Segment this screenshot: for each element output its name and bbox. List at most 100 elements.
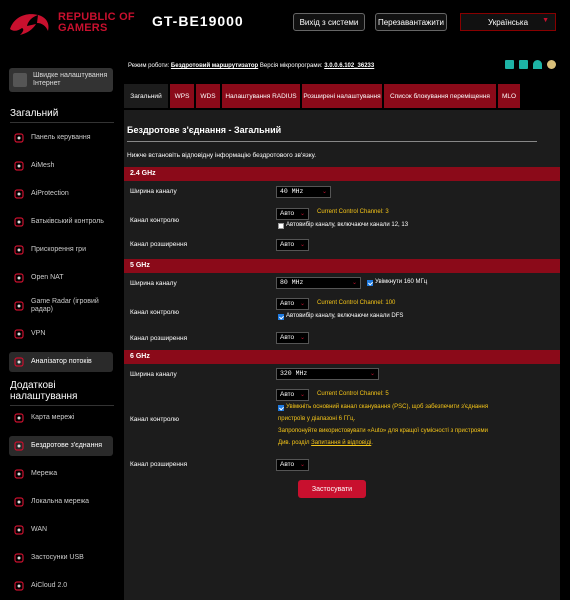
sidebar-item-label: AiProtection — [31, 190, 69, 197]
channel-width-label: Ширина каналу — [130, 188, 177, 195]
sidebar-item-label: Open NAT — [31, 274, 64, 281]
select-value: Авто — [280, 391, 295, 398]
chevron-down-icon: ⌄ — [299, 301, 305, 307]
channel-width-select-6[interactable]: 320 MHz ⌄ — [276, 368, 379, 380]
sidebar-item-label: Аналізатор потоків — [31, 358, 92, 365]
quick-setup-icon — [13, 73, 27, 87]
game-icon[interactable] — [505, 60, 514, 69]
lan-icon — [14, 497, 24, 507]
sidebar-item-label: Game Radar (ігровий радар) — [31, 298, 99, 313]
chevron-down-icon: ▼ — [542, 17, 549, 24]
rog-logo-icon — [10, 14, 49, 35]
network-map-icon — [14, 413, 24, 423]
extension-channel-select-2-4[interactable]: Авто ⌄ — [276, 239, 309, 251]
auto-channel-label-2-4: Автовибір каналу, включаючи канали 12, 1… — [286, 222, 409, 228]
sidebar-item[interactable]: Карта мережі — [9, 408, 113, 428]
extension-channel-label: Канал розширення — [130, 241, 188, 248]
faq-link[interactable]: Запитання й відповіді — [311, 440, 371, 446]
psc-label-line-1: Увімкніть основний канал сканування (PSC… — [286, 404, 489, 410]
control-channel-select-5[interactable]: Авто ⌄ — [276, 298, 309, 310]
tab[interactable]: WDS — [196, 84, 220, 108]
wan-icon — [14, 525, 24, 535]
quick-setup-label: Швидке налаштування Інтернет — [33, 72, 108, 87]
sidebar-item[interactable]: Прискорення гри — [9, 240, 113, 260]
extension-channel-select-6[interactable]: Авто ⌄ — [276, 459, 309, 471]
chevron-down-icon: ⌄ — [369, 371, 375, 377]
sidebar-item[interactable]: Застосунки USB — [9, 548, 113, 568]
channel-width-select-5[interactable]: 80 MHz ⌄ — [276, 277, 361, 289]
mode-label: Режим роботи: — [128, 63, 170, 69]
sidebar-item-label: Локальна мережа — [31, 498, 90, 505]
parental-control-icon — [14, 217, 24, 227]
logout-button[interactable]: Вихід з системи — [293, 13, 365, 31]
aiprotection-icon — [14, 189, 24, 199]
current-channel-2-4: Current Control Channel: 3 — [317, 209, 389, 215]
divider — [10, 122, 114, 123]
chevron-down-icon: ⌄ — [299, 462, 305, 468]
sidebar-item[interactable]: Game Radar (ігровий радар) — [9, 296, 113, 316]
wifi-icon[interactable] — [533, 60, 542, 69]
brand-name: REPUBLIC OF GAMERS — [58, 12, 135, 34]
usb-icon — [14, 553, 24, 563]
sidebar-item[interactable]: VPN — [9, 324, 113, 344]
select-value: 40 MHz — [280, 188, 304, 195]
chevron-down-icon: ⌄ — [299, 242, 305, 248]
auto-channel-label-5: Автовибір каналу, включаючи канали DFS — [286, 313, 404, 319]
current-channel-6: Current Control Channel: 5 — [317, 391, 389, 397]
enable-160mhz-checkbox[interactable] — [367, 280, 373, 286]
tab[interactable]: MLO — [498, 84, 520, 108]
control-channel-label: Канал контролю — [130, 217, 180, 224]
sidebar-item[interactable]: WAN — [9, 520, 113, 540]
sidebar-item[interactable]: Бездротове з'єднання — [9, 436, 113, 456]
language-value: Українська — [487, 17, 529, 27]
quick-setup-button[interactable]: Швидке налаштування Інтернет — [9, 68, 113, 92]
control-channel-select-2-4[interactable]: Авто ⌄ — [276, 208, 309, 220]
language-select[interactable]: Українська ▼ — [460, 13, 556, 31]
settings-icon[interactable] — [547, 60, 556, 69]
sidebar-item[interactable]: AiCloud 2.0 — [9, 576, 113, 596]
channel-width-select-2-4[interactable]: 40 MHz ⌄ — [276, 186, 331, 198]
control-channel-label: Канал контролю — [130, 309, 180, 316]
tab[interactable]: Список блокування переміщення — [384, 84, 496, 108]
sidebar-item-label: Карта мережі — [31, 414, 75, 421]
select-value: 80 MHz — [280, 279, 304, 286]
sidebar-item-label: Застосунки USB — [31, 554, 84, 561]
settings-panel: Бездротове з'єднання - Загальний Нижче в… — [124, 110, 560, 600]
sidebar-item[interactable]: Локальна мережа — [9, 492, 113, 512]
sidebar-item-label: AiMesh — [31, 162, 55, 169]
tab[interactable]: Загальний — [124, 84, 168, 108]
vpn-icon — [14, 329, 24, 339]
divider — [127, 141, 537, 142]
sidebar-item[interactable]: Мережа — [9, 464, 113, 484]
sidebar-item[interactable]: Open NAT — [9, 268, 113, 288]
sidebar-item[interactable]: Аналізатор потоків — [9, 352, 113, 372]
reboot-button[interactable]: Перезавантажити — [375, 13, 447, 31]
page-title: Бездротове з'єднання - Загальний — [127, 125, 282, 135]
apply-button[interactable]: Застосувати — [298, 480, 366, 498]
aicloud-icon — [14, 581, 24, 591]
auto-channel-checkbox-5[interactable] — [278, 314, 284, 320]
game-radar-icon — [14, 301, 24, 311]
psc-checkbox[interactable] — [278, 405, 284, 411]
sidebar-item[interactable]: Панель керування — [9, 128, 113, 148]
firmware-value-link[interactable]: 3.0.0.6.102_36233 — [324, 63, 374, 69]
extension-channel-select-5[interactable]: Авто ⌄ — [276, 332, 309, 344]
select-value: Авто — [280, 210, 295, 217]
control-channel-select-6[interactable]: Авто ⌄ — [276, 389, 309, 401]
model-name: GT-BE19000 — [152, 13, 244, 29]
tab[interactable]: Налаштування RADIUS — [222, 84, 300, 108]
mode-value-link[interactable]: Бездротовий маршрутизатор — [171, 63, 258, 69]
tab[interactable]: WPS — [170, 84, 194, 108]
hint-suffix: . — [371, 440, 373, 446]
sidebar-item[interactable]: AiMesh — [9, 156, 113, 176]
usb-icon[interactable] — [519, 60, 528, 69]
sidebar-item[interactable]: AiProtection — [9, 184, 113, 204]
sidebar: Швидке налаштування Інтернет Загальний П… — [0, 58, 118, 600]
select-value: Авто — [280, 334, 295, 341]
advanced-section-title: Додаткові налаштування — [10, 380, 78, 402]
auto-channel-checkbox-2-4[interactable] — [278, 223, 284, 229]
header: REPUBLIC OF GAMERS GT-BE19000 Вихід з си… — [0, 0, 570, 58]
tab[interactable]: Розширені налаштування — [302, 84, 382, 108]
sidebar-item[interactable]: Батьківський контроль — [9, 212, 113, 232]
main-content: Режим роботи: Бездротовий маршрутизатор … — [120, 58, 560, 600]
